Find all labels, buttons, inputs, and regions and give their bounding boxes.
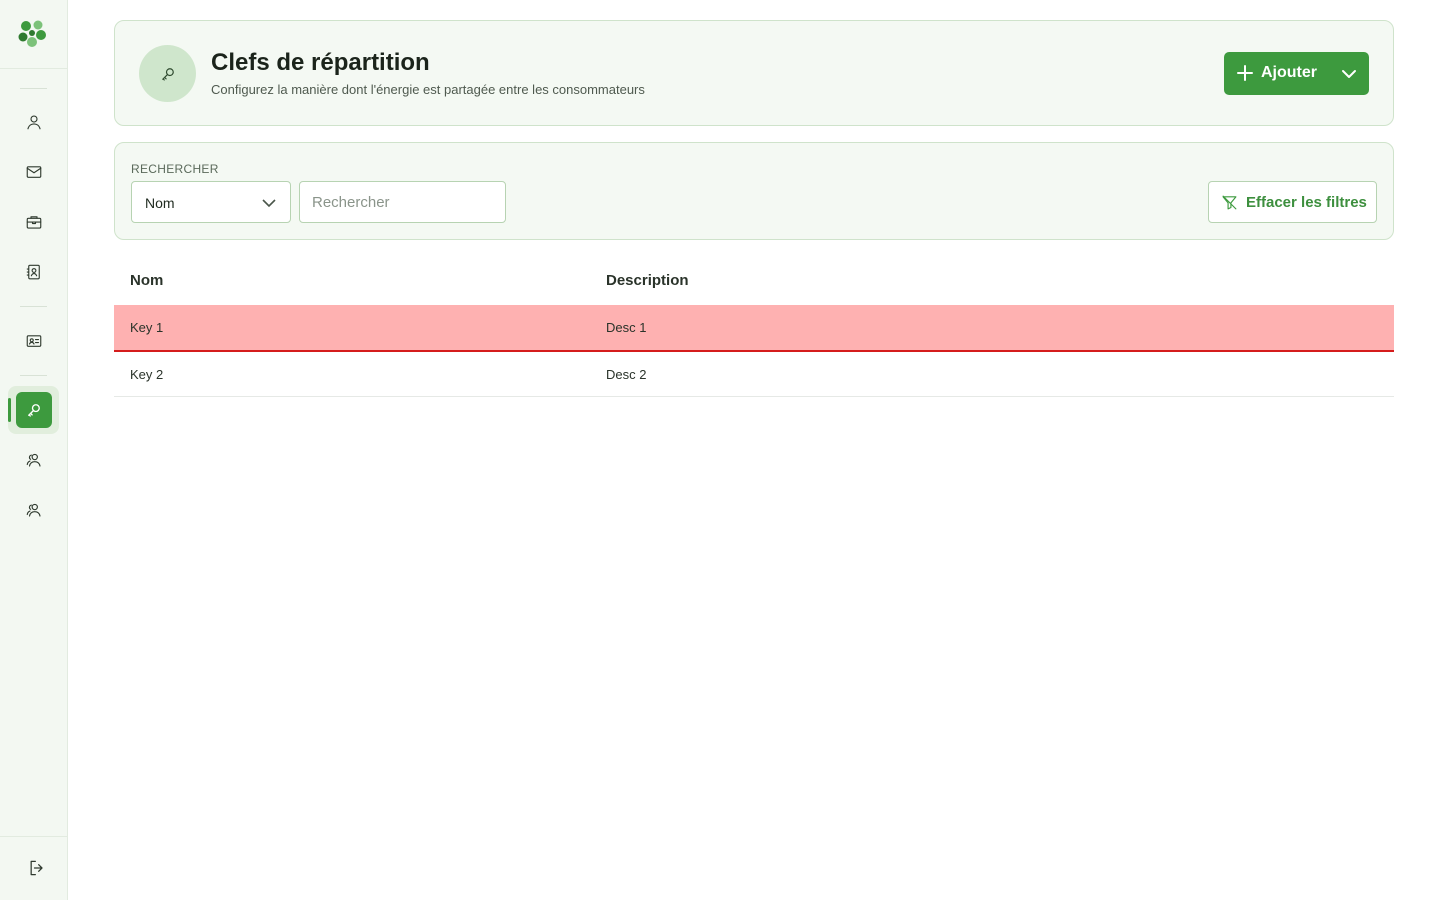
- mail-icon: [26, 166, 42, 178]
- header-badge: [139, 45, 196, 102]
- cell-name: Key 1: [130, 320, 164, 335]
- sidebar-divider: [20, 306, 47, 307]
- id-card-icon: [26, 335, 42, 347]
- chevron-down-icon: [262, 199, 276, 208]
- briefcase-icon: [26, 216, 42, 229]
- logout-icon: [30, 860, 43, 876]
- sidebar-item-user[interactable]: [17, 105, 51, 139]
- page-header: Clefs de répartition Configurez la maniè…: [114, 20, 1394, 126]
- table-row[interactable]: Key 1 Desc 1: [114, 305, 1394, 352]
- table-row[interactable]: Key 2 Desc 2: [114, 352, 1394, 397]
- filter-panel: RECHERCHER Nom Effacer les filtres: [114, 142, 1394, 240]
- key-icon: [28, 404, 40, 417]
- keys-table: Nom Description Key 1 Desc 1 Key 2 Desc …: [114, 258, 1394, 397]
- page-subtitle: Configurez la manière dont l'énergie est…: [211, 82, 645, 97]
- cell-description: Desc 2: [606, 367, 647, 382]
- app-logo[interactable]: [17, 18, 47, 48]
- clear-filters-label: Effacer les filtres: [1246, 194, 1367, 211]
- cell-description: Desc 1: [606, 320, 647, 335]
- filter-off-icon: [1222, 195, 1237, 210]
- sidebar-item-group-1[interactable]: [17, 443, 51, 477]
- active-indicator: [8, 398, 11, 422]
- contact-book-icon: [26, 264, 40, 280]
- add-button[interactable]: Ajouter: [1224, 52, 1369, 95]
- sidebar-item-contacts[interactable]: [17, 255, 51, 289]
- users-icon: [26, 453, 41, 467]
- plus-icon: [1237, 65, 1253, 81]
- sidebar-separator: [0, 68, 68, 69]
- column-header-name[interactable]: Nom: [130, 272, 163, 289]
- search-input[interactable]: [299, 181, 506, 223]
- sidebar-item-mail[interactable]: [17, 155, 51, 189]
- sidebar-divider: [20, 88, 47, 89]
- sidebar-separator: [0, 836, 68, 837]
- add-button-label: Ajouter: [1261, 64, 1317, 81]
- search-field-value: Nom: [145, 195, 175, 211]
- sidebar-divider: [20, 375, 47, 376]
- search-field-select[interactable]: Nom: [131, 181, 291, 223]
- clear-filters-button[interactable]: Effacer les filtres: [1208, 181, 1377, 223]
- page-title: Clefs de répartition: [211, 49, 430, 76]
- filter-label: RECHERCHER: [131, 162, 219, 176]
- sidebar-item-id-card[interactable]: [17, 324, 51, 358]
- sidebar-item-keys[interactable]: [16, 392, 52, 428]
- users-icon: [26, 503, 41, 517]
- sidebar-item-briefcase[interactable]: [17, 205, 51, 239]
- column-header-description[interactable]: Description: [606, 272, 689, 289]
- sidebar-item-group-2[interactable]: [17, 493, 51, 527]
- user-icon: [27, 115, 41, 130]
- sidebar: [0, 0, 68, 900]
- logout-button[interactable]: [27, 858, 49, 880]
- cell-name: Key 2: [130, 367, 164, 382]
- chevron-down-icon[interactable]: [1341, 66, 1357, 82]
- key-icon: [161, 67, 174, 81]
- table-header: Nom Description: [114, 258, 1394, 305]
